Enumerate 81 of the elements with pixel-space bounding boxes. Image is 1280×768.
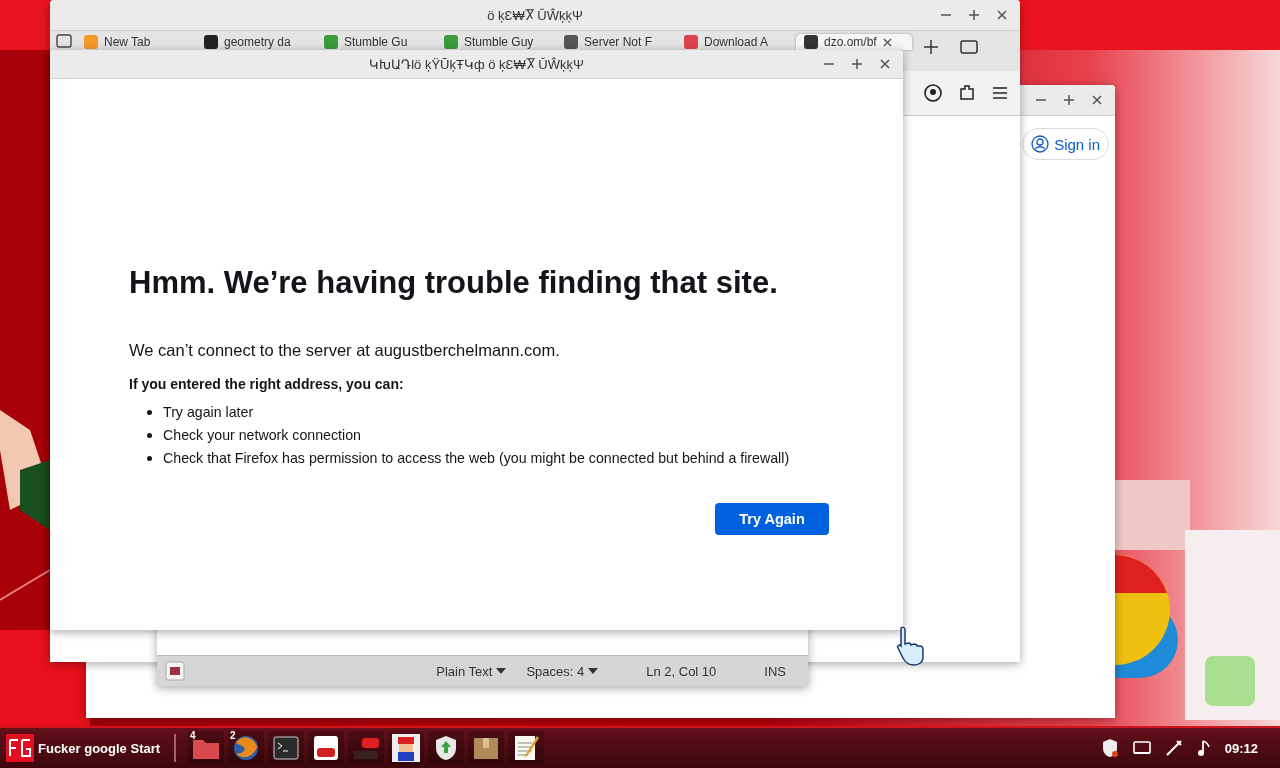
suggestion-text: Check that Firefox has permission to access the web (you might be connected but behind a firewall) [163, 450, 790, 466]
pen-icon [1164, 739, 1183, 757]
display-icon [1132, 740, 1151, 756]
spaces-dropdown[interactable]: Spaces: 4 [520, 663, 605, 679]
taskbar-app-button[interactable] [428, 731, 465, 765]
hand-cursor-icon [895, 626, 925, 666]
minimize-icon [1036, 99, 1046, 101]
close-icon [1092, 95, 1102, 105]
maximize-icon [852, 59, 862, 69]
bullet-icon [147, 432, 152, 438]
error-heading: Hmm. We’re having trouble finding that site. [129, 265, 779, 301]
window-title: ԿԽԱԴlö ķŸŪķŦԿф ö ķƐ₩Ⴟ ŬŴķķΨ [369, 56, 584, 72]
new-tab-icon [924, 40, 938, 54]
minimize-icon [824, 63, 834, 65]
video-icon [313, 735, 340, 761]
folder-icon [960, 40, 978, 54]
tab-favicon-icon [804, 35, 818, 49]
start-logo-icon [6, 734, 34, 762]
suggestion-text: Check your network connection [163, 427, 361, 443]
string-line [0, 569, 51, 601]
sidebar-icon [56, 34, 72, 48]
taskbar-app-button[interactable] [388, 731, 425, 765]
mint-logo-icon [1205, 656, 1255, 706]
close-icon [880, 59, 890, 69]
shield-icon [1100, 738, 1119, 758]
browser-tab[interactable]: Stumble Guy [436, 34, 552, 50]
account-icon [1031, 135, 1050, 153]
menu-icon [992, 86, 1008, 100]
video-icon [352, 735, 381, 761]
window-count: 4 [190, 730, 196, 741]
try-again-button[interactable]: Try Again [715, 503, 829, 535]
suggestions-heading: If you entered the right address, you can: [129, 376, 405, 392]
bullet-icon [147, 409, 152, 415]
tab-favicon-icon [324, 35, 338, 49]
account-icon [924, 84, 942, 102]
language-dropdown[interactable]: Plain Text [430, 663, 513, 679]
tab-favicon-icon [684, 35, 698, 49]
clock: 09:12 [1224, 740, 1258, 756]
caret-icon [496, 668, 507, 674]
taskbar-app-button[interactable] [308, 731, 345, 765]
window-count: 2 [230, 730, 236, 741]
tab-favicon-icon [204, 35, 218, 49]
browser-tab[interactable]: geometry da [196, 34, 312, 50]
taskbar-app-button[interactable]: 2 [228, 731, 265, 765]
shield-icon [434, 735, 459, 761]
browser-tab[interactable]: Stumble Gu [316, 34, 432, 50]
sign-in-button[interactable]: Sign in [1022, 128, 1109, 160]
close-icon [997, 10, 1007, 20]
tab-favicon-icon [84, 35, 98, 49]
insert-mode: INS [763, 663, 787, 679]
maximize-button[interactable] [1061, 92, 1077, 108]
game-icon [392, 734, 421, 762]
tab-favicon-icon [564, 35, 578, 49]
browser-tab[interactable]: dzo.om/bf [796, 34, 912, 50]
browser-tab[interactable]: Server Not F [556, 34, 672, 50]
start-button[interactable]: Fucker google Start [6, 731, 169, 765]
error-message: We can’t connect to the server at augustberchelmann.com. [129, 341, 561, 360]
music-note-icon [1196, 739, 1211, 757]
taskbar-app-button[interactable] [508, 731, 545, 765]
taskbar-app-button[interactable] [268, 731, 305, 765]
maximize-button[interactable] [966, 7, 982, 23]
suggestion-text: Try again later [163, 404, 254, 420]
panel-icon [165, 661, 185, 681]
taskbar-app-button[interactable]: 4 [188, 731, 225, 765]
puzzle-icon [958, 84, 976, 102]
browser-tab[interactable]: Download A [676, 34, 792, 50]
minimize-icon [941, 14, 951, 16]
window-title: ö ķƐ₩Ⴟ ŬŴķķΨ [487, 7, 583, 23]
terminal-icon [273, 736, 300, 760]
package-icon [472, 735, 501, 761]
close-icon [882, 37, 892, 47]
bullet-icon [147, 455, 152, 461]
tab-favicon-icon [444, 35, 458, 49]
caret-icon [588, 668, 599, 674]
maximize-button[interactable] [849, 56, 865, 72]
maximize-icon [1064, 95, 1074, 105]
cursor-position: Ln 2, Col 10 [645, 663, 718, 679]
notepad-icon [513, 734, 540, 762]
maximize-icon [969, 10, 979, 20]
browser-tab[interactable]: New Tab [76, 34, 192, 50]
taskbar-app-button[interactable] [468, 731, 505, 765]
